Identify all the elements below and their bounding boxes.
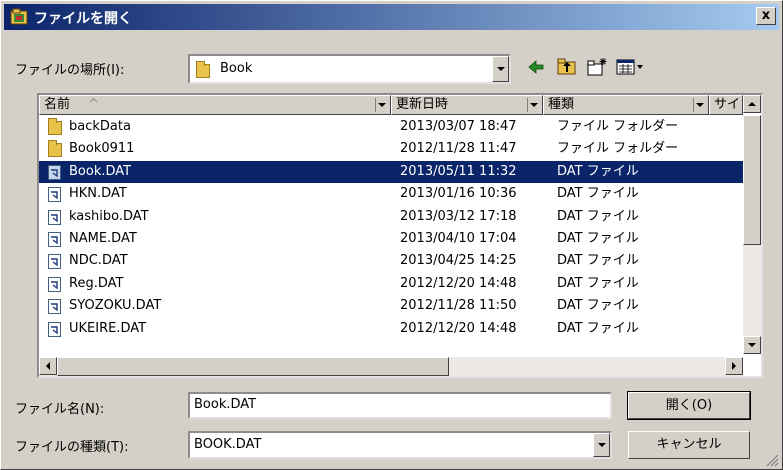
- vertical-scroll-thumb[interactable]: [743, 115, 761, 245]
- column-label: 種類: [548, 97, 575, 112]
- column-header-size[interactable]: サイ: [709, 95, 743, 115]
- file-name: kashibo.DAT: [69, 208, 149, 224]
- sort-indicator-icon: ^: [88, 97, 100, 112]
- file-type: DAT ファイル: [557, 298, 639, 314]
- folder-icon: [48, 118, 62, 135]
- dat-file-icon: [48, 187, 61, 203]
- open-button[interactable]: 開く(O): [627, 391, 751, 420]
- filetype-value: BOOK.DAT: [194, 437, 262, 452]
- file-date: 2013/04/25 14:25: [400, 253, 517, 269]
- folder-icon: [196, 61, 210, 78]
- scroll-up-button[interactable]: [743, 95, 761, 113]
- chevron-down-icon[interactable]: [593, 433, 610, 457]
- arrow-up-icon: [748, 102, 756, 106]
- horizontal-scroll-thumb[interactable]: [57, 357, 449, 376]
- close-button[interactable]: x: [756, 7, 776, 25]
- title-bar[interactable]: ファイルを開く x: [4, 4, 779, 30]
- file-name: UKEIRE.DAT: [69, 320, 147, 336]
- location-value: Book: [220, 61, 253, 76]
- arrow-right-icon: [732, 362, 736, 370]
- location-label: ファイルの場所(I):: [15, 63, 125, 78]
- file-name: Book0911: [69, 141, 135, 157]
- dat-file-icon: [48, 209, 61, 225]
- filetype-select[interactable]: BOOK.DAT: [188, 431, 612, 459]
- view-menu-icon[interactable]: [615, 56, 645, 78]
- chevron-down-icon[interactable]: [693, 98, 706, 112]
- location-combo[interactable]: Book: [188, 54, 511, 84]
- column-label: サイ: [714, 97, 741, 112]
- dat-file-icon: [48, 276, 61, 292]
- file-name: backData: [69, 119, 131, 134]
- column-header-type[interactable]: 種類: [543, 95, 709, 115]
- file-name: Book.DAT: [69, 163, 132, 179]
- file-type: DAT ファイル: [557, 253, 639, 269]
- vertical-scrollbar[interactable]: [743, 95, 761, 354]
- window-title: ファイルを開く: [34, 11, 132, 27]
- file-name: NDC.DAT: [69, 253, 128, 269]
- dat-file-icon: [48, 321, 61, 337]
- file-list[interactable]: 名前 ^ 更新日時 種類 サイ backData 2013/03/07 18:47…: [37, 93, 763, 378]
- file-date: 2013/04/10 17:04: [400, 231, 517, 246]
- file-row[interactable]: Book0911 2012/11/28 11:47 ファイル フォルダー: [39, 138, 743, 160]
- file-type: DAT ファイル: [557, 186, 639, 202]
- file-type: DAT ファイル: [557, 275, 639, 291]
- chevron-down-icon[interactable]: [527, 98, 540, 112]
- file-row[interactable]: backData 2013/03/07 18:47 ファイル フォルダー: [39, 116, 743, 138]
- column-label: 名前: [44, 97, 71, 112]
- column-header-name[interactable]: 名前 ^: [39, 95, 391, 115]
- open-file-dialog: ファイルを開く x ファイルの場所(I): Book 名前 ^ 更新日時 種類 …: [0, 0, 783, 470]
- file-date: 2012/12/20 14:48: [400, 320, 517, 336]
- file-row[interactable]: NDC.DAT 2013/04/25 14:25 DAT ファイル: [39, 250, 743, 272]
- file-name: SYOZOKU.DAT: [69, 298, 162, 314]
- dat-file-icon: [48, 299, 61, 315]
- new-folder-icon[interactable]: [586, 56, 608, 78]
- file-type: DAT ファイル: [557, 320, 639, 336]
- file-row[interactable]: kashibo.DAT 2013/03/12 17:18 DAT ファイル: [39, 206, 743, 228]
- horizontal-scrollbar[interactable]: [39, 357, 743, 376]
- cancel-button[interactable]: キャンセル: [628, 431, 750, 459]
- file-date: 2012/11/28 11:47: [400, 141, 517, 157]
- file-date: 2012/11/28 11:50: [400, 298, 517, 314]
- scroll-right-button[interactable]: [725, 357, 743, 375]
- scroll-left-button[interactable]: [39, 357, 57, 375]
- column-header-date[interactable]: 更新日時: [391, 95, 543, 115]
- file-row[interactable]: HKN.DAT 2013/01/16 10:36 DAT ファイル: [39, 183, 743, 205]
- column-label: 更新日時: [396, 97, 449, 112]
- folder-icon: [48, 140, 62, 158]
- dat-file-icon: [48, 254, 61, 270]
- up-folder-icon[interactable]: [556, 56, 578, 78]
- file-date: 2012/12/20 14:48: [400, 275, 517, 291]
- dat-file-icon: [48, 232, 61, 247]
- file-type: ファイル フォルダー: [557, 119, 679, 134]
- file-row[interactable]: Reg.DAT 2012/12/20 14:48 DAT ファイル: [39, 273, 743, 295]
- file-date: 2013/03/07 18:47: [400, 119, 517, 134]
- file-name: Reg.DAT: [69, 275, 124, 291]
- dat-file-icon: [48, 164, 61, 180]
- arrow-left-icon: [46, 362, 50, 370]
- file-type: DAT ファイル: [557, 208, 639, 224]
- filename-input[interactable]: Book.DAT: [188, 392, 612, 419]
- file-row[interactable]: Book.DAT 2013/05/11 11:32 DAT ファイル: [39, 160, 743, 183]
- chevron-down-icon[interactable]: [492, 56, 509, 82]
- app-icon: [10, 8, 28, 25]
- file-date: 2013/01/16 10:36: [400, 186, 517, 202]
- file-type: DAT ファイル: [557, 163, 639, 179]
- filename-label: ファイル名(N):: [15, 402, 105, 417]
- arrow-down-icon: [748, 343, 756, 347]
- file-date: 2013/03/12 17:18: [400, 208, 517, 224]
- file-name: NAME.DAT: [69, 231, 137, 246]
- chevron-down-icon[interactable]: [375, 98, 388, 112]
- file-row[interactable]: NAME.DAT 2013/04/10 17:04 DAT ファイル: [39, 228, 743, 250]
- filetype-label: ファイルの種類(T):: [15, 440, 129, 455]
- file-type: ファイル フォルダー: [557, 141, 679, 157]
- file-row[interactable]: UKEIRE.DAT 2012/12/20 14:48 DAT ファイル: [39, 318, 743, 340]
- resize-grip-icon[interactable]: [765, 453, 779, 467]
- file-name: HKN.DAT: [69, 186, 127, 202]
- back-icon[interactable]: [525, 56, 547, 78]
- file-date: 2013/05/11 11:32: [400, 163, 517, 179]
- scroll-down-button[interactable]: [743, 336, 761, 354]
- file-type: DAT ファイル: [557, 231, 639, 246]
- file-row[interactable]: SYOZOKU.DAT 2012/11/28 11:50 DAT ファイル: [39, 295, 743, 317]
